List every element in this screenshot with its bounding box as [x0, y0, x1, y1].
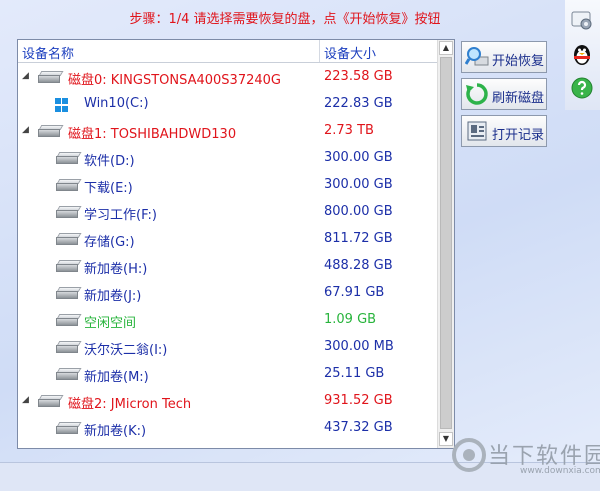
tree-row-name: 空闲空间 — [84, 316, 137, 331]
tree-row-disk[interactable]: ◢ 磁盘0: KINGSTONSA400S37240G 223.58 GB — [18, 64, 439, 91]
tree-row-name: Win10(C:) — [84, 96, 149, 111]
refresh-icon — [466, 83, 488, 105]
header-device-size[interactable]: 设备大小 — [324, 43, 376, 62]
refresh-disk-label: 刷新磁盘 — [492, 91, 545, 106]
tree-row-name: 新加卷(H:) — [84, 262, 148, 277]
hard-disk-icon — [38, 71, 64, 83]
tree-header: 设备名称 设备大小 — [18, 40, 439, 63]
tree-row-size: 2.73 TB — [324, 123, 374, 138]
tree-row-size: 931.52 GB — [324, 393, 393, 408]
collapse-arrow-icon[interactable]: ◢ — [22, 71, 32, 81]
tree-row-name: 新加卷(K:) — [84, 424, 147, 439]
tree-row-partition[interactable]: 新加卷(H:) 488.28 GB — [18, 253, 439, 280]
drive-icon — [56, 233, 82, 245]
tree-row-partition[interactable]: 新加卷(M:) 25.11 GB — [18, 361, 439, 388]
tree-row-partition[interactable]: 软件(D:) 300.00 GB — [18, 145, 439, 172]
tree-row-name: 下载(E:) — [84, 181, 133, 196]
step-instruction: 步骤：1/4 请选择需要恢复的盘，点《开始恢复》按钮 — [129, 12, 441, 27]
tree-row-name: 软件(D:) — [84, 154, 135, 169]
tree-row-size: 300.00 GB — [324, 150, 393, 165]
tree-row-size: 300.00 GB — [324, 177, 393, 192]
drive-icon — [56, 368, 82, 380]
tree-row-disk[interactable]: ◢ 磁盘1: TOSHIBAHDWD130 2.73 TB — [18, 118, 439, 145]
settings-icon[interactable] — [570, 8, 594, 32]
tree-row-size: 488.28 GB — [324, 258, 393, 273]
drive-icon — [56, 422, 82, 434]
tree-row-size: 1.09 GB — [324, 312, 377, 327]
tree-row-size: 223.58 GB — [324, 69, 393, 84]
tree-row-name: 学习工作(F:) — [84, 208, 157, 223]
refresh-disk-button[interactable]: 刷新磁盘 — [461, 78, 547, 110]
qq-penguin-icon[interactable] — [570, 42, 594, 66]
tree-row-disk[interactable]: ◢ 磁盘2: JMicron Tech 931.52 GB — [18, 388, 439, 415]
drive-icon — [56, 206, 82, 218]
tree-row-name: 磁盘1: TOSHIBAHDWD130 — [68, 127, 237, 142]
drive-icon — [56, 152, 82, 164]
watermark-url: www.downxia.com — [520, 466, 600, 476]
scroll-thumb[interactable] — [440, 57, 452, 429]
hard-disk-icon — [38, 395, 64, 407]
hard-disk-icon — [38, 125, 64, 137]
tree-row-partition[interactable]: Win10(C:) 222.83 GB — [18, 91, 439, 118]
drive-icon — [56, 179, 82, 191]
collapse-arrow-icon[interactable]: ◢ — [22, 125, 32, 135]
drive-icon — [56, 287, 82, 299]
tree-row-name: 新加卷(J:) — [84, 289, 142, 304]
tree-row-name: 磁盘0: KINGSTONSA400S37240G — [68, 73, 281, 88]
header-device-name[interactable]: 设备名称 — [22, 43, 74, 62]
scroll-down-button[interactable]: ▼ — [439, 432, 453, 446]
start-recovery-label: 开始恢复 — [492, 54, 545, 69]
tree-row-partition[interactable]: 下载(E:) 300.00 GB — [18, 172, 439, 199]
open-record-button[interactable]: 打开记录 — [461, 115, 547, 147]
drive-icon — [56, 341, 82, 353]
tree-row-partition[interactable]: 新加卷(J:) 67.91 GB — [18, 280, 439, 307]
start-recovery-button[interactable]: 开始恢复 — [461, 41, 547, 73]
header-divider — [319, 40, 320, 62]
tree-row-size: 800.00 GB — [324, 204, 393, 219]
windows-icon — [55, 98, 69, 112]
side-toolbar — [565, 0, 600, 110]
tree-row-partition[interactable]: 新加卷(K:) 437.32 GB — [18, 415, 439, 442]
tree-row-size: 222.83 GB — [324, 96, 393, 111]
vertical-scrollbar[interactable]: ▲ ▼ — [437, 40, 454, 448]
tree-row-size: 300.00 MB — [324, 339, 394, 354]
tree-row-partition[interactable]: 空闲空间 1.09 GB — [18, 307, 439, 334]
tree-row-size: 25.11 GB — [324, 366, 385, 381]
tree-row-name: 存储(G:) — [84, 235, 135, 250]
tree-row-partition[interactable]: 存储(G:) 811.72 GB — [18, 226, 439, 253]
tree-row-size: 811.72 GB — [324, 231, 393, 246]
help-icon[interactable] — [570, 76, 594, 100]
watermark-logo-icon — [452, 438, 486, 472]
scroll-up-button[interactable]: ▲ — [439, 41, 453, 55]
collapse-arrow-icon[interactable]: ◢ — [22, 395, 32, 405]
open-record-icon — [467, 121, 487, 141]
tree-row-partition[interactable]: 沃尔沃二翁(I:) 300.00 MB — [18, 334, 439, 361]
tree-row-partition[interactable]: 学习工作(F:) 800.00 GB — [18, 199, 439, 226]
tree-row-name: 新加卷(M:) — [84, 370, 149, 385]
drive-icon — [56, 314, 82, 326]
device-tree[interactable]: 设备名称 设备大小 ◢ 磁盘0: KINGSTONSA400S37240G 223.… — [17, 39, 455, 449]
drive-icon — [56, 260, 82, 272]
magnifier-icon — [465, 47, 489, 66]
tree-row-size: 67.91 GB — [324, 285, 385, 300]
tree-row-name: 磁盘2: JMicron Tech — [68, 397, 192, 412]
open-record-label: 打开记录 — [492, 128, 545, 143]
tree-row-size: 437.32 GB — [324, 420, 393, 435]
watermark: 当下软件园 www.downxia.com — [452, 436, 600, 484]
tree-row-name: 沃尔沃二翁(I:) — [84, 343, 168, 358]
